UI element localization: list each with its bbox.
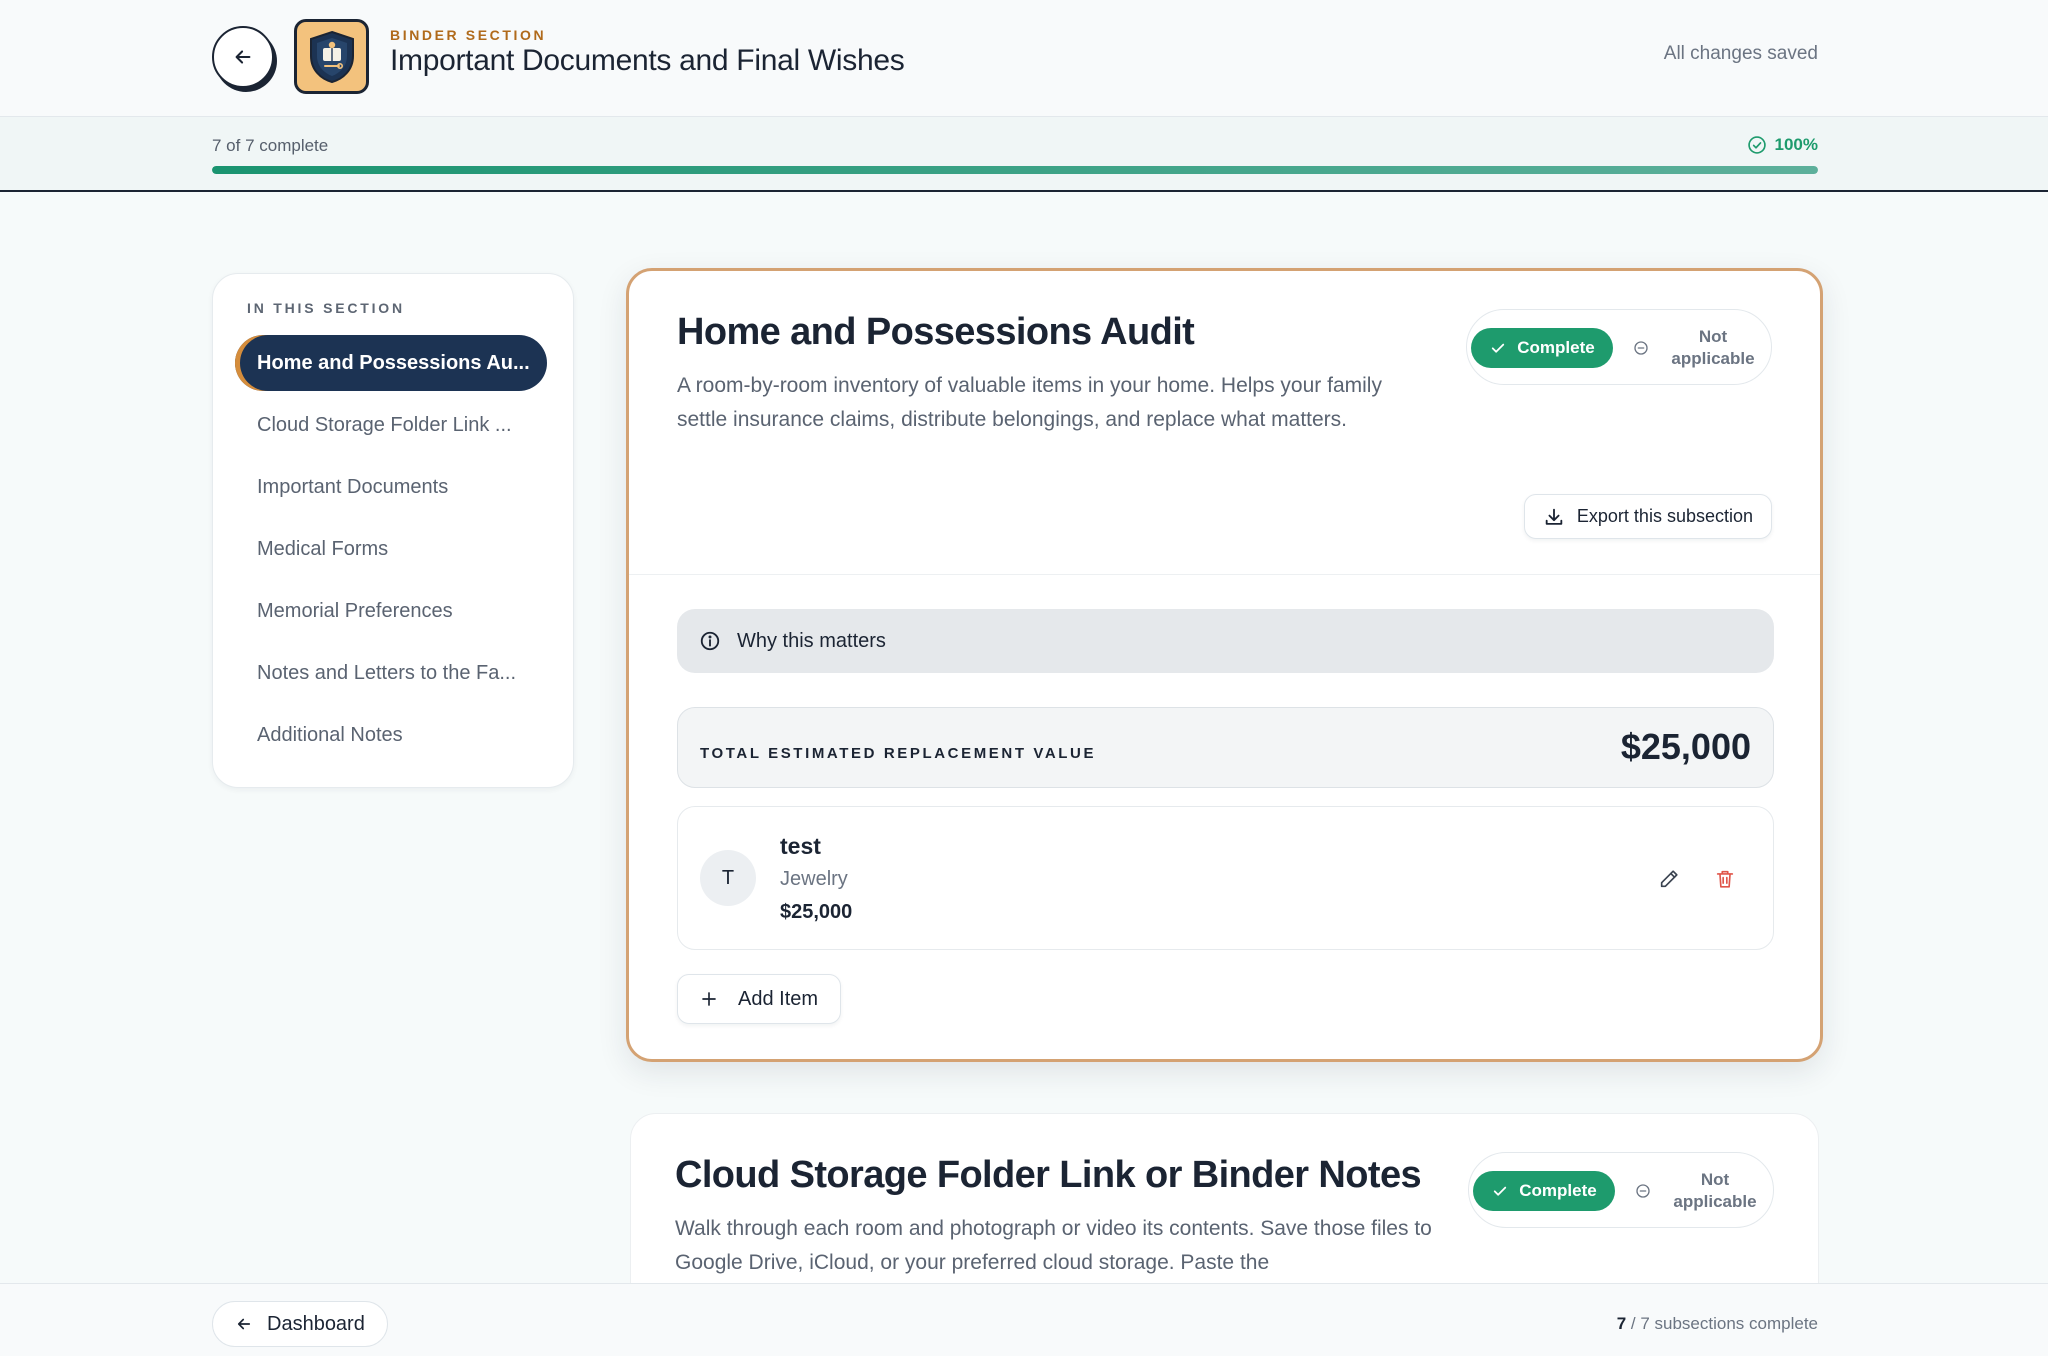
complete-button[interactable]: Complete — [1471, 328, 1613, 368]
check-icon — [1494, 1186, 1507, 1196]
subsection-card-home-possessions: Home and Possessions Audit A room-by-roo… — [626, 268, 1823, 1062]
save-status: All changes saved — [1663, 43, 1818, 64]
not-applicable-button[interactable]: Not applicable — [1633, 322, 1763, 374]
subsection-description: Walk through each room and photograph or… — [675, 1217, 1432, 1274]
progress-bar — [212, 166, 1818, 174]
minus-circle-icon — [1634, 341, 1648, 355]
complete-button[interactable]: Complete — [1473, 1171, 1615, 1211]
total-value-summary: TOTAL ESTIMATED REPLACEMENT VALUE $25,00… — [677, 707, 1774, 788]
not-applicable-label: Not applicable — [1673, 1170, 1757, 1211]
not-applicable-button[interactable]: Not applicable — [1635, 1165, 1765, 1217]
export-subsection-label: Export this subsection — [1576, 506, 1753, 526]
section-sidebar: IN THIS SECTION Home and Possessions Au.… — [212, 273, 574, 788]
card-divider — [629, 574, 1820, 575]
progress-bar-fill — [212, 166, 1818, 174]
delete-item-button[interactable] — [1711, 865, 1739, 893]
dashboard-button-label: Dashboard — [267, 1312, 365, 1335]
subsection-description: A room-by-room inventory of valuable ite… — [677, 374, 1382, 431]
complete-button-label: Complete — [1517, 338, 1595, 357]
export-subsection-button[interactable]: Export this subsection — [1523, 494, 1772, 539]
check-circle-icon — [1747, 136, 1766, 154]
sidebar-nav: Home and Possessions Au... Cloud Storage… — [235, 335, 547, 769]
total-value-label: TOTAL ESTIMATED REPLACEMENT VALUE — [700, 745, 1097, 762]
minus-circle-icon — [1636, 1184, 1650, 1198]
sidebar-item-home-possessions[interactable]: Home and Possessions Au... — [235, 335, 547, 391]
subsections-complete-number: 7 — [1616, 1314, 1627, 1333]
item-avatar: T — [700, 850, 756, 906]
subsection-title: Home and Possessions Audit — [677, 311, 1195, 353]
complete-button-label: Complete — [1519, 1181, 1597, 1200]
app-header: BINDER SECTION Important Documents and F… — [0, 0, 2048, 117]
item-value: $25,000 — [780, 901, 853, 923]
status-toggle: Complete Not applicable — [1468, 1152, 1774, 1228]
page-title: Important Documents and Final Wishes — [390, 44, 905, 77]
sidebar-item-important-documents[interactable]: Important Documents — [235, 459, 547, 515]
why-this-matters-label: Why this matters — [737, 629, 886, 652]
sidebar-item-cloud-storage[interactable]: Cloud Storage Folder Link ... — [235, 397, 547, 453]
shield-crest-icon — [309, 30, 354, 83]
arrow-left-icon — [235, 50, 251, 64]
progress-strip: 7 of 7 complete 100% — [0, 117, 2048, 192]
check-icon — [1492, 343, 1505, 353]
total-value-amount: $25,000 — [1620, 726, 1751, 767]
add-item-label: Add Item — [738, 987, 819, 1010]
not-applicable-label: Not applicable — [1671, 327, 1755, 368]
subsections-complete-count: 7 / 7 subsections complete — [1617, 1314, 1818, 1334]
sidebar-item-notes-letters[interactable]: Notes and Letters to the Fa... — [235, 645, 547, 701]
back-button[interactable] — [212, 26, 274, 88]
footer-bar: Dashboard 7 / 7 subsections complete — [0, 1283, 2048, 1356]
info-circle-icon — [700, 631, 720, 651]
pencil-icon — [1660, 870, 1678, 888]
trash-icon — [1716, 870, 1734, 888]
progress-percent: 100% — [1747, 135, 1818, 155]
item-name: test — [780, 833, 821, 859]
status-toggle: Complete Not applicable — [1466, 309, 1772, 385]
progress-percent-text: 100% — [1774, 135, 1818, 154]
arrow-left-icon — [237, 1318, 251, 1330]
sidebar-heading: IN THIS SECTION — [247, 300, 405, 316]
inventory-item-row: T test Jewelry $25,000 — [677, 806, 1774, 950]
item-category: Jewelry — [780, 868, 848, 890]
subsection-title: Cloud Storage Folder Link or Binder Note… — [675, 1154, 1422, 1196]
subsections-complete-text: / 7 subsections complete — [1630, 1314, 1818, 1333]
progress-label: 7 of 7 complete — [212, 136, 329, 155]
add-item-button[interactable]: Add Item — [677, 974, 842, 1024]
edit-item-button[interactable] — [1655, 865, 1683, 893]
section-logo — [294, 19, 369, 94]
sidebar-item-additional-notes[interactable]: Additional Notes — [235, 707, 547, 763]
sidebar-item-medical-forms[interactable]: Medical Forms — [235, 521, 547, 577]
plus-icon — [702, 992, 716, 1006]
why-this-matters-toggle[interactable]: Why this matters — [677, 609, 1774, 673]
dashboard-button[interactable]: Dashboard — [212, 1301, 388, 1347]
section-eyebrow: BINDER SECTION — [390, 27, 547, 43]
sidebar-item-memorial-preferences[interactable]: Memorial Preferences — [235, 583, 547, 639]
download-icon — [1545, 508, 1563, 525]
